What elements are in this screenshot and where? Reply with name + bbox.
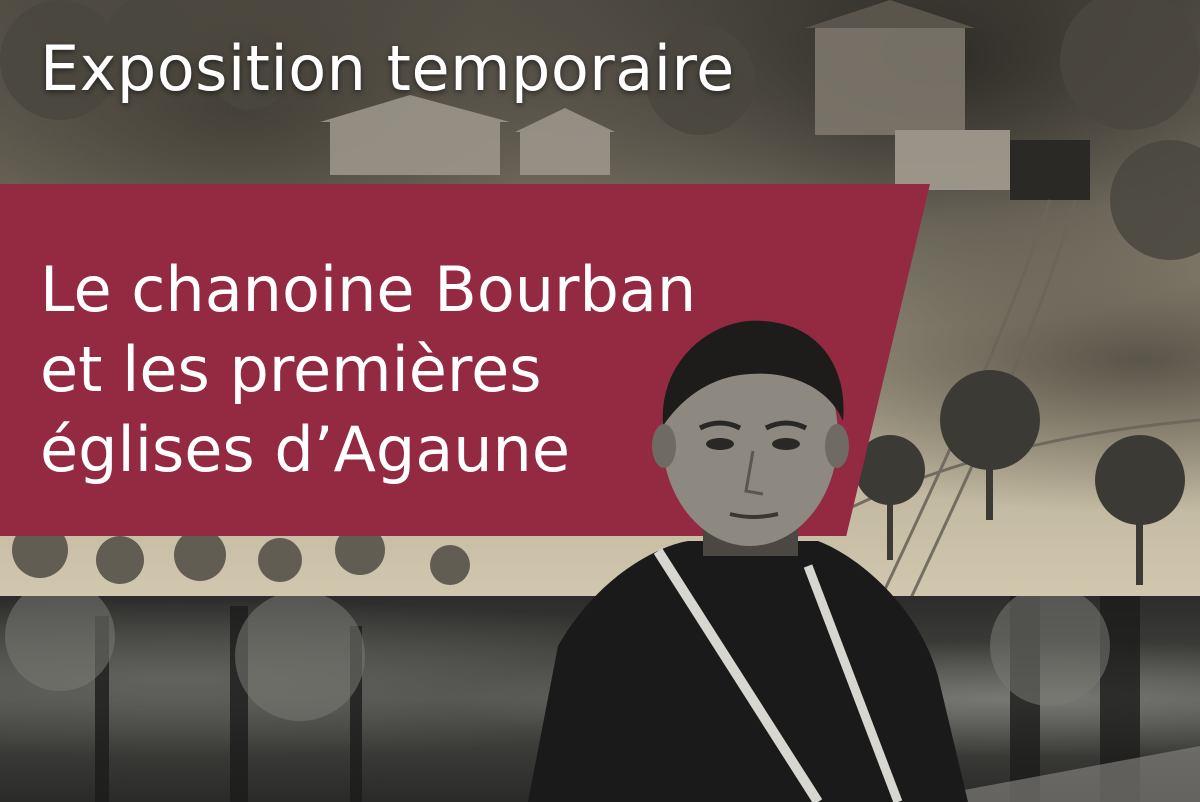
exhibition-poster: Exposition temporaire Le chanoine Bourba… (0, 0, 1200, 802)
exhibition-type-heading: Exposition temporaire (40, 32, 735, 105)
canon-portrait-photo (528, 320, 968, 802)
